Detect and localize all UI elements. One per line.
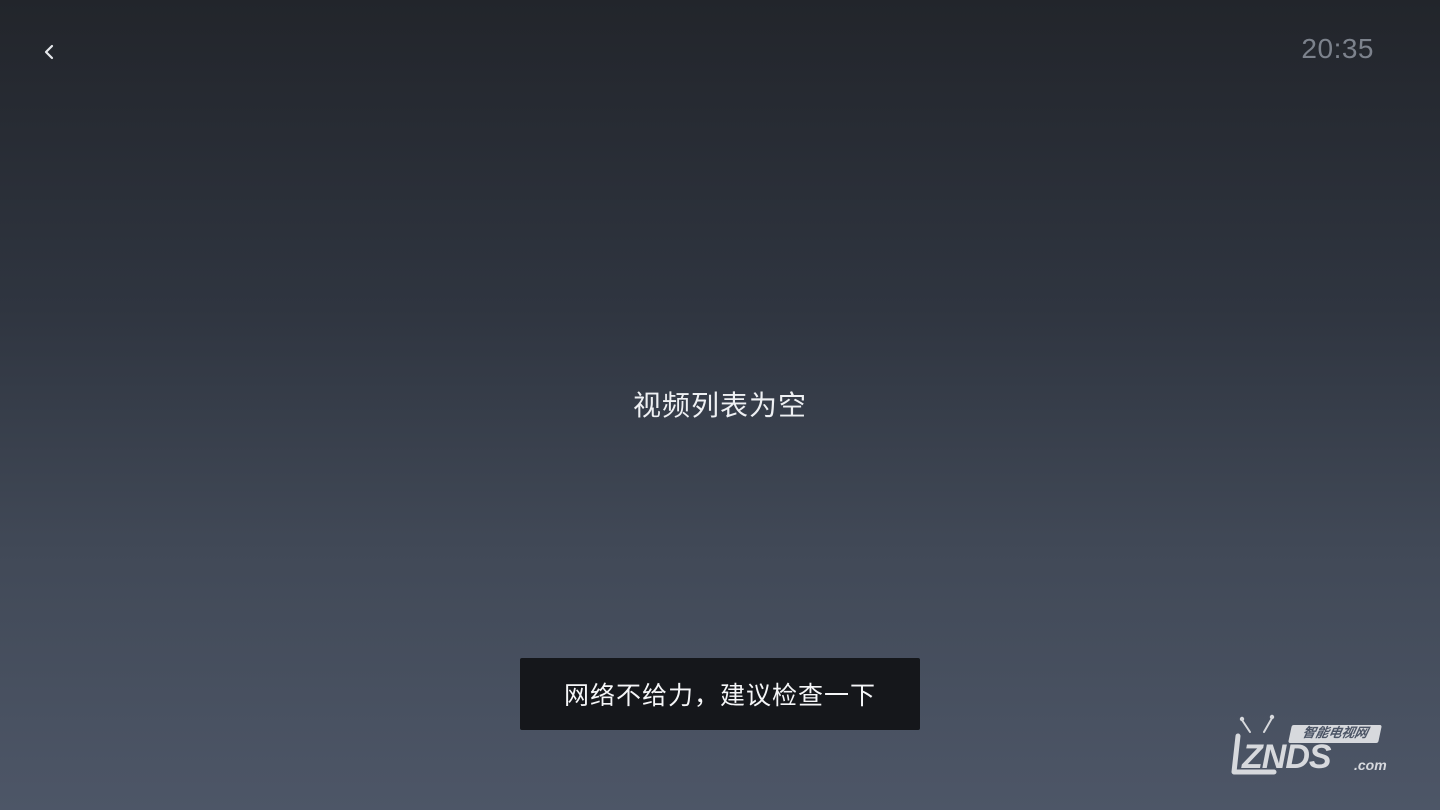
empty-state-message: 视频列表为空 bbox=[632, 389, 807, 422]
chevron-left-icon bbox=[44, 44, 54, 60]
status-clock: 20:35 bbox=[1301, 33, 1374, 64]
watermark-domain: .com bbox=[1354, 757, 1387, 773]
network-error-toast: 网络不给力，建议检查一下 bbox=[520, 658, 920, 730]
toast-message: 网络不给力，建议检查一下 bbox=[563, 681, 876, 710]
back-button[interactable] bbox=[34, 35, 64, 69]
watermark-brand: ZNDS bbox=[1242, 738, 1332, 776]
znds-watermark-logo: 智能电视网 ZNDS .com bbox=[1226, 708, 1402, 784]
